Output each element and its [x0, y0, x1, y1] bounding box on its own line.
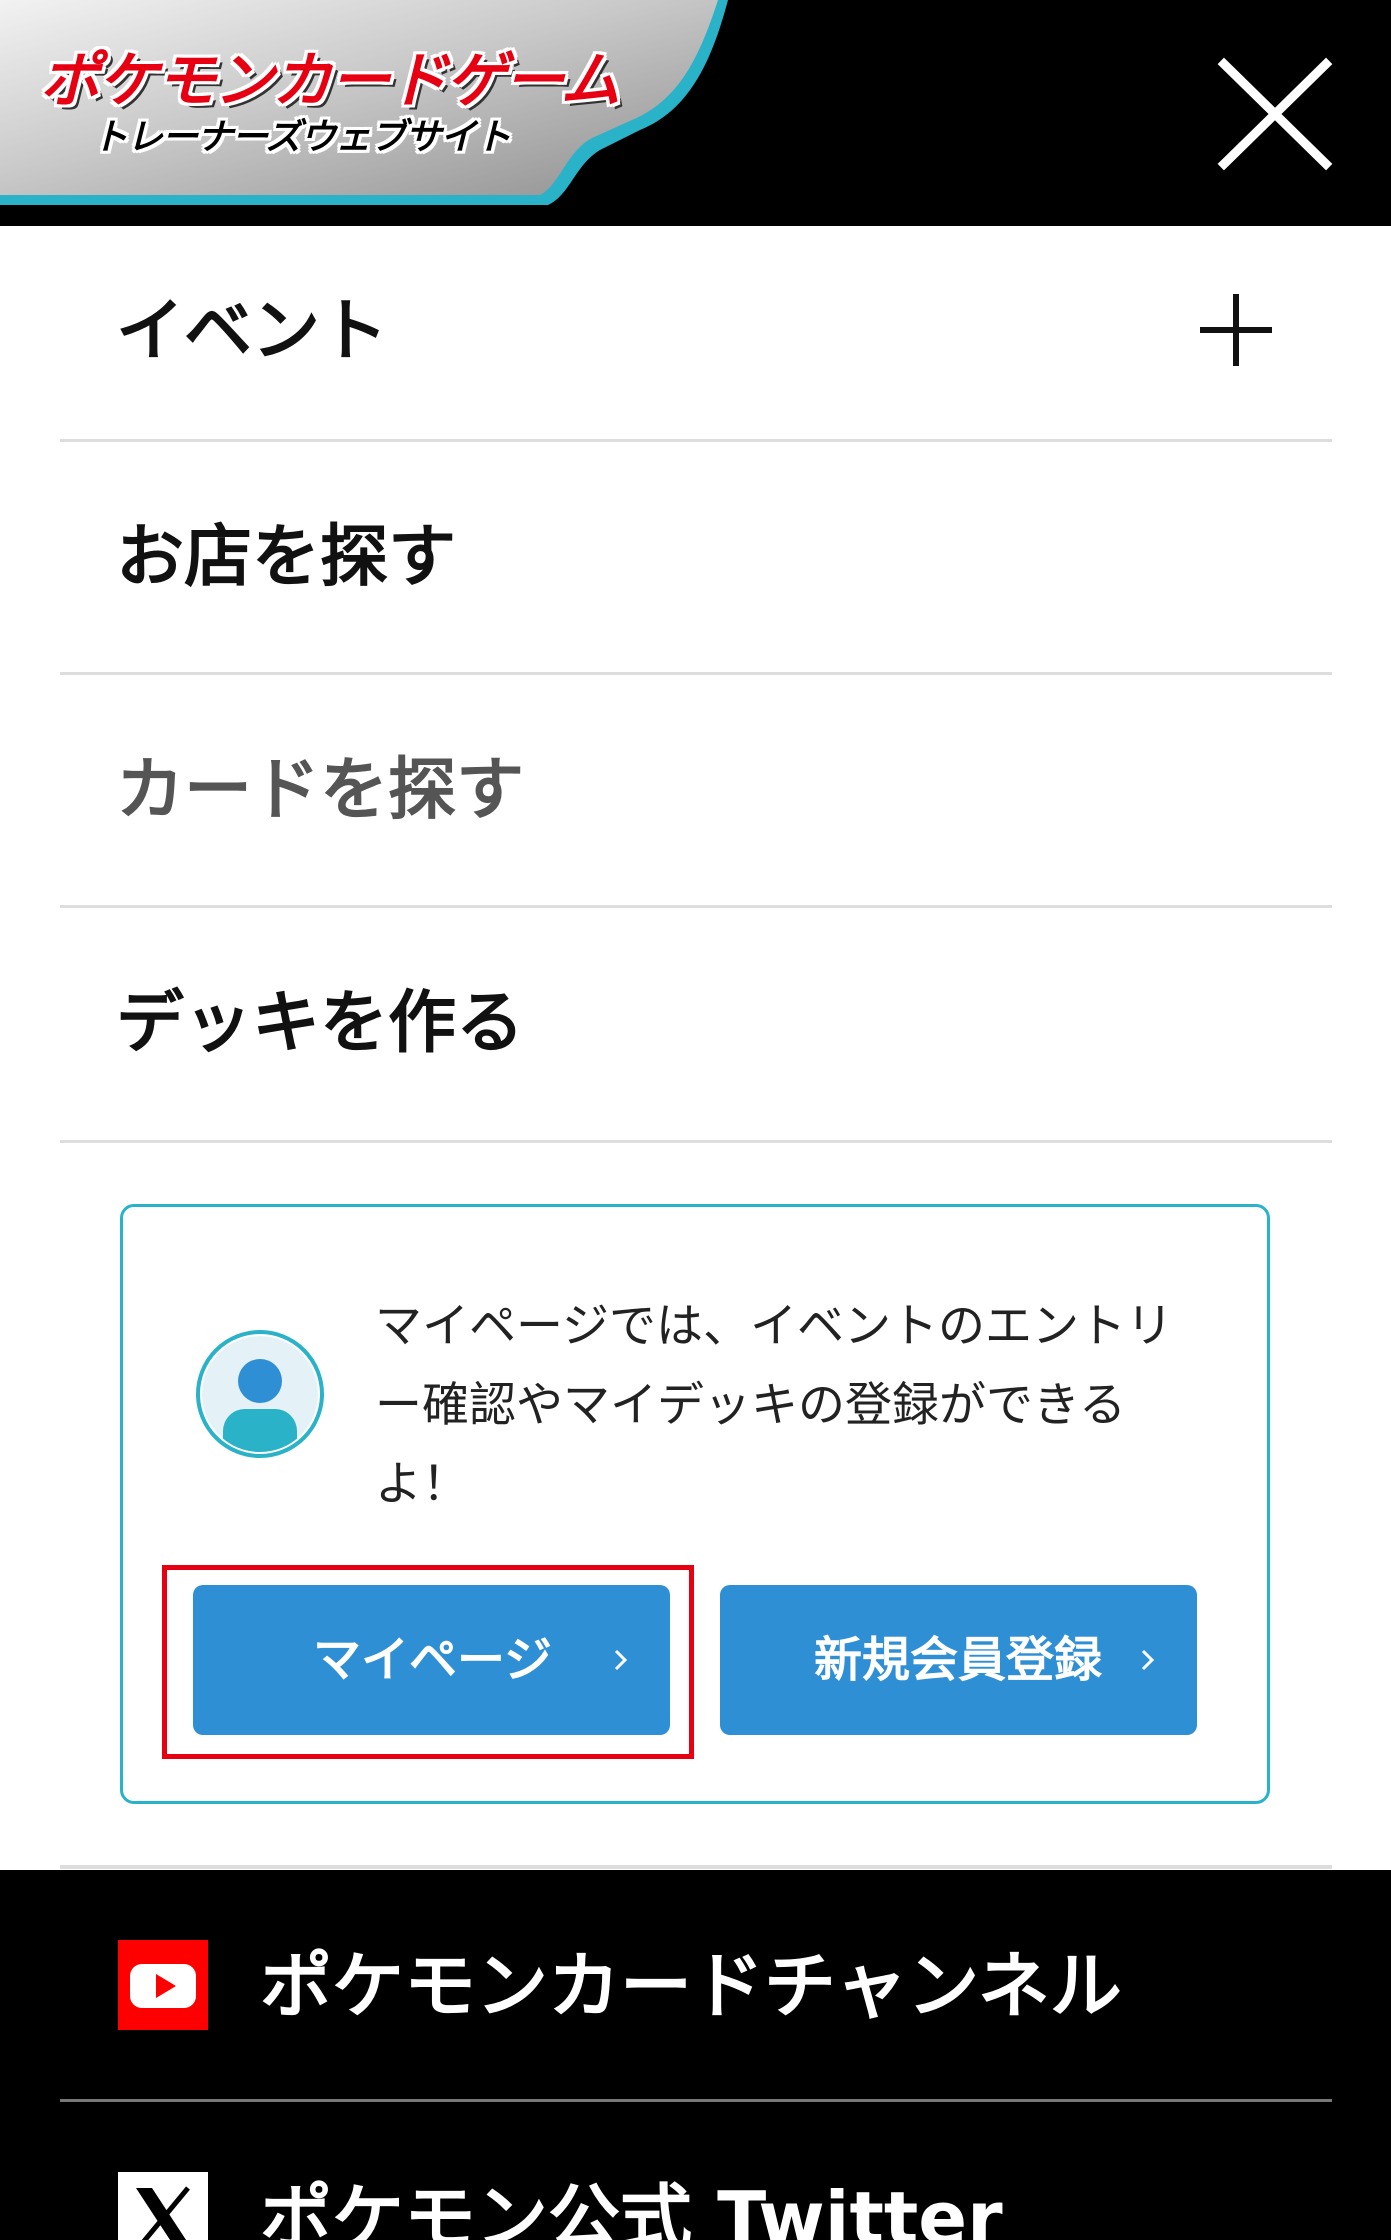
chevron-right-icon	[614, 1649, 628, 1671]
twitter-label: ポケモン公式 Twitter	[260, 2176, 1003, 2240]
plus-icon[interactable]	[1196, 290, 1276, 370]
menu-item-find-store[interactable]: お店を探す	[60, 442, 1332, 675]
register-button-label: 新規会員登録	[814, 1632, 1103, 1688]
chevron-right-icon	[1141, 1649, 1155, 1671]
youtube-channel-link[interactable]: ポケモンカードチャンネル	[60, 1870, 1332, 2102]
mypage-button-label: マイページ	[313, 1632, 553, 1688]
mypage-description: マイページでは、イベントのエントリー確認やマイデッキの登録ができるよ！	[375, 1299, 1174, 1512]
menu-item-label: お店を探す	[116, 518, 457, 597]
mypage-button[interactable]: マイページ	[193, 1585, 670, 1735]
menu-item-build-deck[interactable]: デッキを作る	[60, 908, 1332, 1143]
logo-subtitle: トレーナーズウェブサイト	[92, 117, 511, 158]
divider	[60, 1865, 1332, 1869]
site-header: ポケモンカードゲーム トレーナーズウェブサイト	[0, 0, 1391, 226]
social-links: ポケモンカードチャンネル ポケモン公式 Twitter	[0, 1870, 1391, 2240]
logo-title[interactable]: ポケモンカードゲーム	[40, 32, 620, 119]
youtube-channel-label: ポケモンカードチャンネル	[260, 1944, 1122, 2028]
menu-item-label: イベント	[116, 292, 389, 371]
user-avatar-icon	[196, 1330, 324, 1458]
menu-item-event[interactable]: イベント	[60, 226, 1332, 442]
menu-item-label: デッキを作る	[116, 984, 525, 1063]
twitter-link[interactable]: ポケモン公式 Twitter	[60, 2102, 1332, 2240]
menu-item-label: カードを探す	[116, 751, 525, 830]
youtube-icon	[118, 1940, 208, 2030]
close-icon	[1217, 57, 1333, 171]
menu-item-find-card[interactable]: カードを探す	[60, 675, 1332, 908]
x-twitter-icon	[118, 2172, 208, 2240]
register-button[interactable]: 新規会員登録	[720, 1585, 1197, 1735]
close-menu-button[interactable]	[1210, 54, 1340, 174]
